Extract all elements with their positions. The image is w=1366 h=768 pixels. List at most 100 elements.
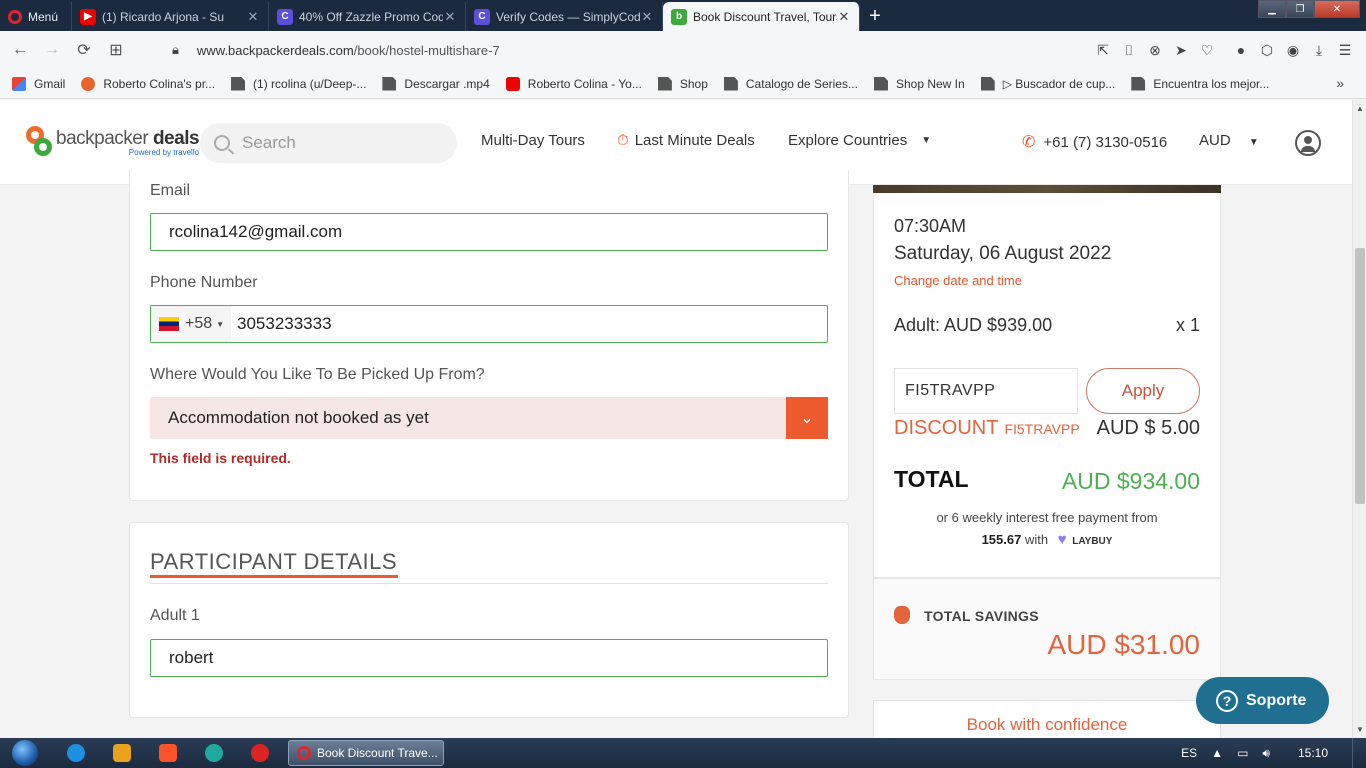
nav-multi-day-tours[interactable]: Multi-Day Tours [481,132,585,149]
cube-icon[interactable]: ⬡ [1254,35,1280,65]
apply-button[interactable]: Apply [1086,368,1200,414]
savings-label: TOTAL SAVINGS [924,608,1039,624]
tab-ricardo-arjona[interactable]: ▶ (1) Ricardo Arjona - Su ✕ [72,2,269,31]
nav-last-minute-deals[interactable]: ⏱ Last Minute Deals [617,132,755,149]
vpn-icon[interactable]: ● [1228,35,1254,65]
caret-down-icon: ▼ [921,135,932,146]
phone-link[interactable]: ✆ +61 (7) 3130-0516 [1022,132,1167,152]
new-tab-button[interactable]: + [860,2,890,31]
forward-icon[interactable]: → [36,34,68,66]
bookmark-item[interactable]: Shop [657,76,708,91]
tabs-grid-icon[interactable]: ⊞ [100,34,132,66]
tour-date: Saturday, 06 August 2022 [894,243,1112,264]
bookmark-label: ▷ Buscador de cup... [1002,76,1116,91]
taskbar-opera-window[interactable]: Book Discount Trave... [288,740,444,766]
tray-arrow-icon[interactable]: ▲ [1211,746,1223,760]
search-input[interactable]: Search [200,123,457,163]
start-button[interactable] [0,738,50,768]
email-label: Email [150,182,191,199]
ie-icon[interactable] [56,739,96,767]
more-bookmarks-icon[interactable]: » [1336,75,1344,91]
profile-icon[interactable]: ◉ [1280,35,1306,65]
language-indicator[interactable]: ES [1181,746,1197,760]
reload-icon[interactable]: ⟳ [68,34,100,66]
bookmark-item[interactable]: Descargar .mp4 [382,76,490,91]
media-player-icon[interactable] [102,739,142,767]
system-tray: ES ▲ ▭ 🔊︎ 15:10 [1181,738,1366,768]
logo[interactable]: backpacker deals Powered by travello [24,124,200,160]
settings-icon[interactable]: ☰ [1332,35,1358,65]
close-window-button[interactable]: ✕ [1314,0,1360,18]
back-icon[interactable]: ← [4,34,36,66]
block-icon[interactable]: ⊗ [1142,35,1168,65]
camera-icon[interactable]: ⌷ [1116,35,1142,65]
scroll-up-icon[interactable]: ▲ [1355,104,1365,113]
heart-icon[interactable]: ♡ [1194,35,1220,65]
bookmark-label: Roberto Colina's pr... [103,76,216,91]
minimize-button[interactable]: ▁ [1258,0,1286,18]
phone-number: +61 (7) 3130-0516 [1043,133,1168,151]
close-icon[interactable]: ✕ [837,9,851,25]
close-icon[interactable]: ✕ [443,9,457,25]
adult-price: Adult: AUD $939.00 [894,315,1053,335]
chevron-down-icon[interactable]: ⌄ [786,397,828,439]
bookmark-item[interactable]: Shop New In [873,76,965,91]
laybuy-heart-icon: ♥ [1057,531,1067,548]
search-icon [214,135,230,151]
simplycodes-icon: C [277,8,293,25]
bookmark-item[interactable]: Catalogo de Series... [723,76,858,91]
discount-row: DISCOUNT FI5TRAVPP AUD $ 5.00 [894,417,1200,440]
clock[interactable]: 15:10 [1298,746,1328,760]
tab-verify-codes[interactable]: C Verify Codes — SimplyCod ✕ [466,2,663,31]
backpacker-icon: b [671,8,687,25]
share-icon[interactable]: ➤ [1168,35,1194,65]
scroll-down-icon[interactable]: ▼ [1355,725,1365,734]
close-icon[interactable]: ✕ [640,9,654,25]
send-icon[interactable]: ⇱ [1090,35,1116,65]
tab-zazzle[interactable]: C 40% Off Zazzle Promo Cod ✕ [269,2,466,31]
nav-explore-countries[interactable]: Explore Countries ▼ [788,132,931,149]
currency-selector[interactable]: AUD ▼ [1199,132,1259,149]
opera-menu-button[interactable]: Menú [0,2,72,31]
page-scrollbar[interactable]: ▲ ▼ [1352,100,1366,738]
coupon-input[interactable]: FI5TRAVPP [894,368,1078,414]
edge-icon[interactable] [194,739,234,767]
opera-icon [297,746,311,760]
bookmark-item[interactable]: Roberto Colina's pr... [81,76,216,91]
close-icon[interactable]: ✕ [246,9,260,25]
support-chat-button[interactable]: ? Soporte [1196,677,1329,724]
country-code-selector[interactable]: +58 ▼ [151,306,231,342]
network-icon[interactable]: ▭ [1237,746,1248,760]
bookmark-item[interactable]: Roberto Colina - Yo... [505,76,642,91]
bookmark-label: Gmail [34,76,66,91]
stopwatch-icon: ⏱ [617,132,629,149]
adult-quantity: x 1 [1175,315,1200,335]
youtube-icon [505,76,520,91]
download-icon[interactable]: ⤓ [1306,35,1332,65]
url-path: /book/hostel-multishare-7 [353,42,500,58]
bookmark-item[interactable]: Encuentra los mejor... [1131,76,1269,91]
support-label: Soporte [1246,691,1307,709]
tour-time: 07:30AM [894,216,967,236]
app-icon[interactable] [240,739,280,767]
document-icon [657,76,672,91]
bookmark-item[interactable]: Gmail [12,76,66,91]
change-date-link[interactable]: Change date and time [894,273,1022,288]
logo-text-bold: deals [152,127,200,149]
scroll-thumb[interactable] [1355,248,1365,504]
bookmark-item[interactable]: ▷ Buscador de cup... [980,76,1116,91]
pickup-select[interactable]: Accommodation not booked as yet ⌄ [150,397,828,439]
adult-name-field[interactable]: robert [150,639,828,677]
show-desktop-button[interactable] [1352,738,1366,768]
brave-icon[interactable] [148,739,188,767]
email-field[interactable]: rcolina142@gmail.com [150,213,828,251]
url-field[interactable]: 🔒︎ www.backpackerdeals.com /book/hostel-… [172,42,500,58]
user-account-icon[interactable] [1295,130,1321,156]
volume-icon[interactable]: 🔊︎ [1262,746,1270,761]
bookmark-item[interactable]: (1) rcolina (u/Deep-... [231,76,366,91]
phone-field[interactable]: +58 ▼ 3053233333 [150,305,828,343]
bookmark-label: Descargar .mp4 [404,76,490,91]
participant-details-card: PARTICIPANT DETAILS Adult 1 robert [129,522,849,718]
restore-button[interactable]: ❐ [1286,0,1314,18]
tab-backpacker-deals[interactable]: b Book Discount Travel, Tours ✕ [663,2,860,31]
